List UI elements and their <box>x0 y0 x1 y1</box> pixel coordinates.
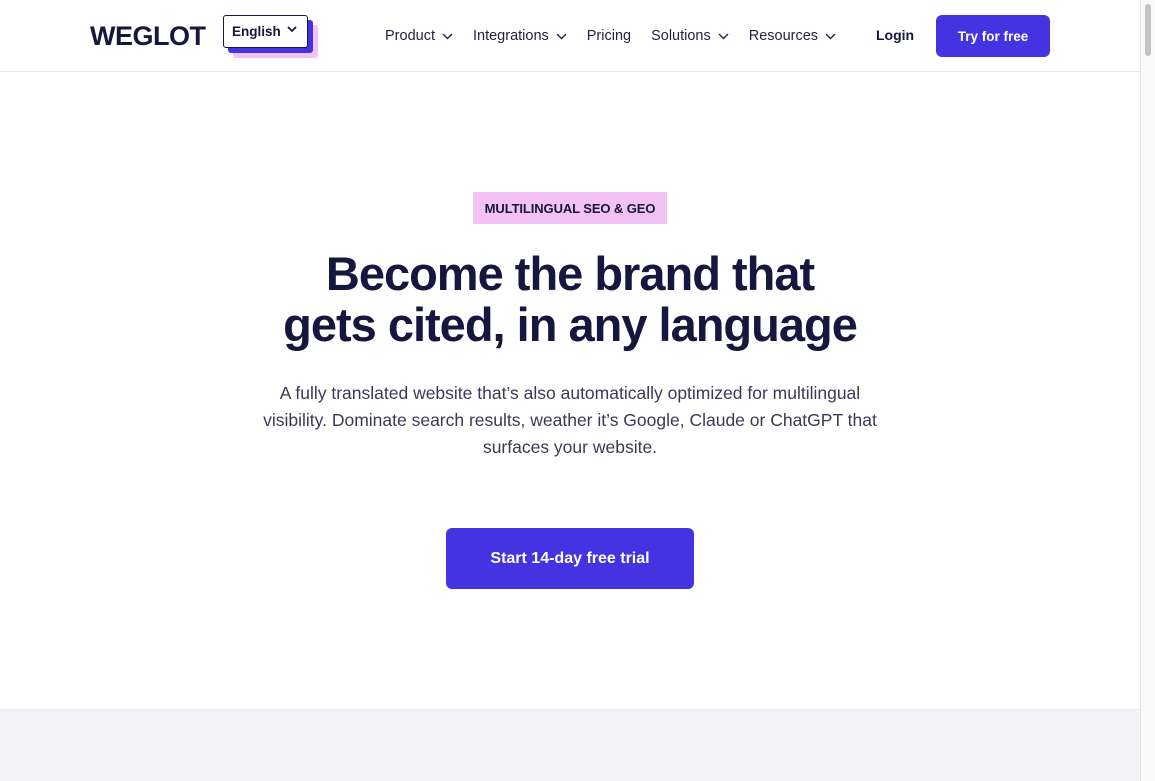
nav-item-pricing[interactable]: Pricing <box>587 28 631 44</box>
nav-item-label: Integrations <box>472 28 549 44</box>
nav-item-resources[interactable]: Resources <box>749 28 836 44</box>
nav-item-product[interactable]: Product <box>385 28 453 44</box>
chevron-down-icon <box>287 26 297 33</box>
hero-title: Become the brand that gets cited, in any… <box>200 248 940 350</box>
nav-item-integrations[interactable]: Integrations <box>473 28 567 44</box>
nav-item-label: Pricing <box>586 28 632 44</box>
nav-item-label: Resources <box>748 28 819 44</box>
nav-item-label: Solutions <box>651 28 711 44</box>
chevron-down-icon <box>825 33 836 39</box>
chevron-down-icon <box>442 33 453 39</box>
hero-badge: MULTILINGUAL SEO & GEO <box>473 192 667 224</box>
nav-item-solutions[interactable]: Solutions <box>651 28 729 44</box>
page: WEGLOT English Product Integrations Pric… <box>0 0 1140 781</box>
main-nav: Product Integrations Pricing Solutions R… <box>385 24 856 48</box>
language-select-button[interactable]: English <box>223 15 308 48</box>
login-link[interactable]: Login <box>876 27 914 43</box>
scrollbar-thumb[interactable] <box>1145 4 1151 56</box>
chevron-down-icon <box>718 33 729 39</box>
weglot-logo[interactable]: WEGLOT <box>90 22 206 50</box>
chevron-down-icon <box>556 33 567 39</box>
hero-title-line2: gets cited, in any language <box>283 298 858 351</box>
try-for-free-button[interactable]: Try for free <box>936 15 1050 57</box>
start-trial-button[interactable]: Start 14-day free trial <box>446 528 694 589</box>
hero-description-line3: surfaces your website. <box>482 437 658 457</box>
hero-description: A fully translated website that’s also a… <box>240 380 900 461</box>
site-header: WEGLOT English Product Integrations Pric… <box>0 0 1140 72</box>
nav-item-label: Product <box>385 28 435 44</box>
hero-description-line1: A fully translated website that’s also a… <box>279 383 861 403</box>
page-scrollbar[interactable] <box>1140 0 1155 781</box>
hero-description-line2: visibility. Dominate search results, wea… <box>263 410 877 430</box>
hero-title-line1: Become the brand that <box>325 247 815 300</box>
language-label: English <box>232 24 281 39</box>
next-section-band <box>0 709 1140 781</box>
language-switcher[interactable]: English <box>223 15 319 59</box>
